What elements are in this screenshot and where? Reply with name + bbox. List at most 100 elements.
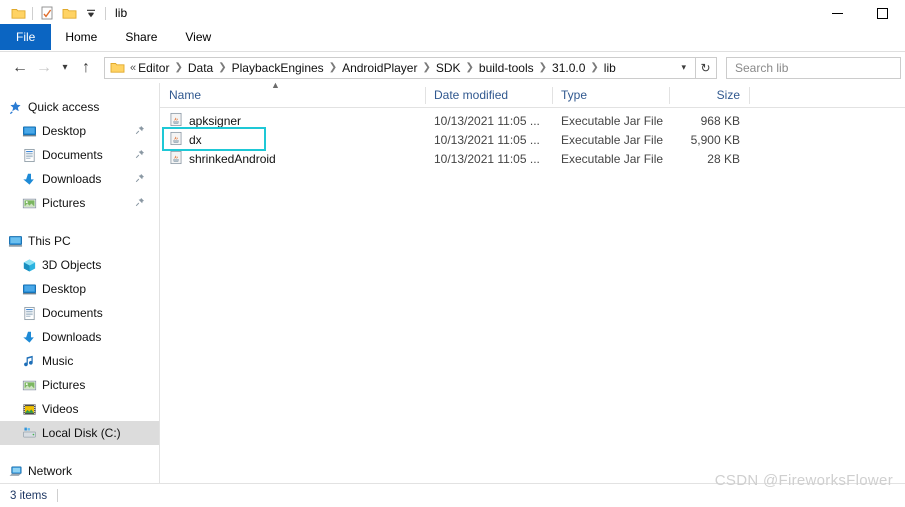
breadcrumb-item-lib[interactable]: lib	[603, 61, 617, 75]
jar-file-icon	[169, 131, 183, 149]
column-header-name[interactable]: ▲ Name	[160, 80, 425, 108]
sidebar-group-quick-access[interactable]: Quick access	[0, 95, 159, 119]
sidebar-item-label: Documents	[42, 148, 103, 162]
file-date-cell: 10/13/2021 11:05 ...	[434, 113, 540, 128]
desktop-icon	[19, 279, 39, 299]
column-header-date-modified[interactable]: Date modified	[425, 83, 552, 108]
file-size-cell: 968 KB	[700, 113, 740, 128]
title-bar: lib	[0, 0, 905, 26]
properties-icon[interactable]	[36, 2, 58, 24]
pin-icon[interactable]	[135, 148, 145, 162]
file-explorer-window: lib File Home Share View ← → ▾ ↑ « Edito…	[0, 0, 905, 507]
table-row[interactable]: shrinkedAndroid 10/13/2021 11:05 ... Exe…	[160, 149, 905, 168]
downloads-icon	[19, 327, 39, 347]
file-name-label: shrinkedAndroid	[189, 151, 276, 166]
sidebar-item-pictures[interactable]: Pictures	[0, 191, 159, 215]
desktop-icon	[19, 121, 39, 141]
recent-locations-icon[interactable]: ▾	[56, 56, 74, 80]
window-title: lib	[115, 6, 128, 20]
tab-home[interactable]: Home	[51, 24, 111, 50]
pin-icon[interactable]	[135, 124, 145, 138]
pin-icon[interactable]	[135, 196, 145, 210]
breadcrumb-chevron-2[interactable]: ❯	[214, 62, 230, 73]
breadcrumb-chevron-5[interactable]: ❯	[462, 62, 478, 73]
file-name-label: apksigner	[189, 113, 242, 128]
table-row[interactable]: dx 10/13/2021 11:05 ... Executable Jar F…	[160, 127, 905, 151]
sidebar-item-documents-pc[interactable]: Documents	[0, 301, 159, 325]
breadcrumb-chevron-6[interactable]: ❯	[535, 62, 551, 73]
file-name-cell[interactable]: apksigner	[160, 111, 425, 130]
sidebar-group-this-pc[interactable]: This PC	[0, 229, 159, 253]
chevron-down-icon[interactable]: ▾	[677, 62, 693, 73]
file-type-cell: Executable Jar File	[561, 151, 664, 166]
column-header-type[interactable]: Type	[552, 83, 669, 108]
breadcrumb-chevron-3[interactable]: ❯	[325, 62, 341, 73]
search-input[interactable]: Search lib	[726, 56, 901, 79]
sidebar-item-documents[interactable]: Documents	[0, 143, 159, 167]
file-date-cell: 10/13/2021 11:05 ...	[434, 151, 540, 166]
table-row[interactable]: apksigner 10/13/2021 11:05 ... Executabl…	[160, 111, 905, 130]
pin-icon[interactable]	[135, 172, 145, 186]
breadcrumb-chevron-1[interactable]: ❯	[170, 62, 186, 73]
breadcrumb-item-build-tools[interactable]: build-tools	[478, 61, 535, 75]
column-header-filler	[749, 83, 905, 108]
breadcrumb-chevron-4[interactable]: ❯	[418, 62, 434, 73]
downloads-icon	[19, 169, 39, 189]
back-arrow-icon[interactable]: ←	[8, 56, 32, 80]
videos-icon	[19, 399, 39, 419]
breadcrumb-item-version[interactable]: 31.0.0	[551, 61, 586, 75]
breadcrumb-overflow[interactable]: «	[129, 62, 137, 74]
sidebar-item-label: Pictures	[42, 196, 86, 210]
breadcrumb-item-sdk[interactable]: SDK	[435, 61, 462, 75]
column-header-name-label: Name	[169, 88, 202, 102]
3d-objects-icon	[19, 255, 39, 275]
tab-share[interactable]: Share	[111, 24, 171, 50]
sidebar-item-local-disk-c[interactable]: Local Disk (C:)	[0, 421, 159, 445]
sidebar-group-network[interactable]: Network	[0, 459, 159, 483]
pictures-icon	[19, 193, 39, 213]
breadcrumb-item-androidplayer[interactable]: AndroidPlayer	[341, 61, 418, 75]
window-controls	[815, 0, 905, 26]
breadcrumb-chevron-7[interactable]: ❯	[586, 62, 602, 73]
file-name-cell[interactable]: dx	[160, 127, 425, 151]
up-arrow-icon[interactable]: ↑	[74, 56, 98, 80]
sidebar-item-downloads-pc[interactable]: Downloads	[0, 325, 159, 349]
file-rows: apksigner 10/13/2021 11:05 ... Executabl…	[160, 108, 905, 168]
search-placeholder: Search lib	[735, 60, 789, 75]
navigation-pane: Quick access Desktop Documents Downloads…	[0, 83, 160, 483]
file-name-cell[interactable]: shrinkedAndroid	[160, 149, 425, 168]
file-list-pane: ▲ Name Date modified Type Size apksigner…	[160, 80, 905, 483]
sidebar-item-downloads[interactable]: Downloads	[0, 167, 159, 191]
customize-dropdown-icon[interactable]	[80, 2, 102, 24]
breadcrumb-item-editor[interactable]: Editor	[137, 61, 170, 75]
maximize-icon[interactable]	[860, 0, 905, 26]
column-header-size[interactable]: Size	[669, 83, 749, 108]
file-type-cell: Executable Jar File	[561, 113, 664, 128]
sidebar-item-videos[interactable]: Videos	[0, 397, 159, 421]
folder-icon[interactable]	[7, 2, 29, 24]
background-window-sliver	[0, 500, 905, 507]
new-folder-icon[interactable]	[58, 2, 80, 24]
tab-file[interactable]: File	[0, 24, 52, 50]
sidebar-item-label: Downloads	[42, 172, 102, 186]
minimize-icon[interactable]	[815, 0, 860, 26]
column-header-date-label: Date modified	[434, 88, 509, 102]
sidebar-item-desktop-pc[interactable]: Desktop	[0, 277, 159, 301]
breadcrumb[interactable]: « Editor ❯ Data ❯ PlaybackEngines ❯ Andr…	[104, 56, 696, 79]
breadcrumb-item-data[interactable]: Data	[187, 61, 214, 75]
refresh-icon[interactable]: ↻	[695, 56, 717, 79]
jar-file-icon	[169, 150, 183, 168]
sidebar-item-desktop[interactable]: Desktop	[0, 119, 159, 143]
column-header-row: ▲ Name Date modified Type Size	[160, 80, 905, 108]
tab-view[interactable]: View	[171, 24, 225, 50]
pictures-icon	[19, 375, 39, 395]
sidebar-item-3d-objects[interactable]: 3D Objects	[0, 253, 159, 277]
sidebar-item-label: Local Disk (C:)	[42, 426, 121, 440]
sidebar-item-music[interactable]: Music	[0, 349, 159, 373]
documents-icon	[19, 145, 39, 165]
sidebar-item-pictures-pc[interactable]: Pictures	[0, 373, 159, 397]
forward-arrow-icon[interactable]: →	[32, 56, 56, 80]
breadcrumb-item-playbackengines[interactable]: PlaybackEngines	[231, 61, 325, 75]
